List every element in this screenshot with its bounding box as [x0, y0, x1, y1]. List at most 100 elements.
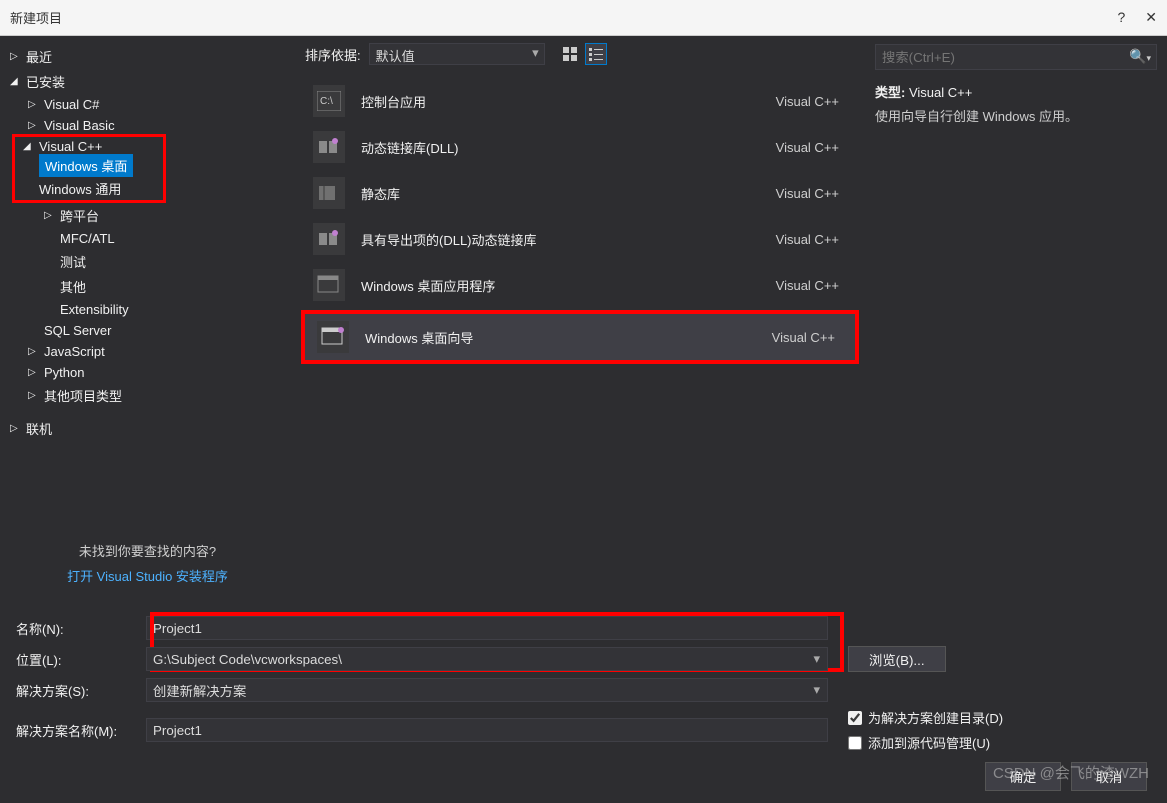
sidebar-item-windows-universal[interactable]: Windows 通用 — [23, 177, 133, 198]
titlebar: 新建项目 ? ✕ — [0, 0, 1167, 36]
row-name: 名称(N): — [16, 616, 1151, 640]
checkbox-create-dir[interactable]: 为解决方案创建目录(D) — [848, 708, 1003, 727]
template-dll[interactable]: 动态链接库(DLL) Visual C++ — [301, 124, 859, 170]
tree-recent[interactable]: ▷最近 — [0, 44, 295, 69]
wizard-icon — [317, 321, 349, 353]
solution-name-input[interactable] — [146, 718, 828, 742]
sidebar-item-label: Windows 通用 — [39, 179, 121, 198]
browse-button[interactable]: 浏览(B)... — [848, 646, 946, 672]
template-console[interactable]: C:\ 控制台应用 Visual C++ — [301, 78, 859, 124]
sidebar-item-label: Extensibility — [60, 302, 129, 317]
info-type-label: 类型: — [875, 85, 905, 100]
sidebar-item-label: MFC/ATL — [60, 231, 115, 246]
template-lang: Visual C++ — [772, 330, 835, 345]
sidebar-item-label: JavaScript — [44, 344, 105, 359]
template-windesktop-app[interactable]: Windows 桌面应用程序 Visual C++ — [301, 262, 859, 308]
sidebar: ▷最近 ◢已安装 ▷Visual C# ▷Visual Basic ◢Visua… — [0, 36, 295, 608]
solution-name-label: 解决方案名称(M): — [16, 721, 146, 740]
staticlib-icon — [313, 177, 345, 209]
sidebar-item-label: SQL Server — [44, 323, 111, 338]
view-icons — [559, 43, 607, 65]
template-lang: Visual C++ — [776, 186, 839, 201]
sidebar-item-other-types[interactable]: ▷其他项目类型 — [18, 383, 295, 408]
template-name: 静态库 — [361, 184, 776, 203]
sidebar-item-label: 跨平台 — [60, 206, 99, 225]
template-windesktop-wizard[interactable]: Windows 桌面向导 Visual C++ — [305, 314, 855, 360]
sidebar-item-python[interactable]: ▷Python — [18, 362, 295, 383]
sort-label: 排序依据: — [305, 45, 361, 64]
bottom-form: 名称(N): 位置(L): 浏览(B)... 解决方案(S): 解决方案名称(M… — [0, 608, 1167, 801]
list-view-icon[interactable] — [585, 43, 607, 65]
template-name: Windows 桌面应用程序 — [361, 276, 776, 295]
sidebar-item-label: 测试 — [60, 252, 86, 271]
row-solution: 解决方案(S): — [16, 678, 1151, 702]
solution-input[interactable] — [146, 678, 828, 702]
template-list: C:\ 控制台应用 Visual C++ 动态链接库(DLL) Visual C… — [295, 72, 865, 608]
search-icon[interactable]: 🔍▾ — [1129, 48, 1151, 65]
template-lang: Visual C++ — [776, 278, 839, 293]
grid-view-icon[interactable] — [559, 43, 581, 65]
close-button[interactable]: ✕ — [1145, 9, 1157, 26]
sidebar-item-label: Visual Basic — [44, 118, 115, 133]
template-name: 控制台应用 — [361, 92, 776, 111]
console-icon: C:\ — [313, 85, 345, 117]
info-type: 类型: Visual C++ — [875, 82, 1157, 101]
action-row: 确定 取消 — [16, 762, 1151, 791]
solution-select[interactable] — [146, 678, 828, 702]
open-installer-link[interactable]: 打开 Visual Studio 安装程序 — [0, 566, 295, 585]
sidebar-item-crossplatform[interactable]: ▷跨平台 — [34, 203, 295, 228]
template-staticlib[interactable]: 静态库 Visual C++ — [301, 170, 859, 216]
sidebar-item-label: Python — [44, 365, 84, 380]
sidebar-item-extensibility[interactable]: Extensibility — [34, 299, 295, 320]
sidebar-item-javascript[interactable]: ▷JavaScript — [18, 341, 295, 362]
template-name: 具有导出项的(DLL)动态链接库 — [361, 230, 776, 249]
info-type-value: Visual C++ — [909, 85, 972, 100]
tree-installed-label: 已安装 — [26, 72, 65, 91]
sidebar-item-vcsharp[interactable]: ▷Visual C# — [18, 94, 295, 115]
name-input[interactable] — [146, 616, 828, 640]
info-panel: 🔍▾ 类型: Visual C++ 使用向导自行创建 Windows 应用。 — [865, 36, 1167, 608]
template-lang: Visual C++ — [776, 94, 839, 109]
template-name: 动态链接库(DLL) — [361, 138, 776, 157]
sidebar-item-label: Visual C# — [44, 97, 99, 112]
main-area: ▷最近 ◢已安装 ▷Visual C# ▷Visual Basic ◢Visua… — [0, 36, 1167, 608]
location-label: 位置(L): — [16, 650, 146, 669]
solution-label: 解决方案(S): — [16, 681, 146, 700]
sidebar-item-label: Windows 桌面 — [45, 159, 127, 174]
search-input[interactable] — [875, 44, 1157, 70]
toolbar: 排序依据: 默认值 — [295, 36, 865, 72]
tree-online[interactable]: ▷联机 — [0, 416, 295, 441]
sidebar-item-label: Visual C++ — [39, 139, 102, 154]
location-input[interactable] — [146, 647, 828, 671]
checkbox-add-src[interactable]: 添加到源代码管理(U) — [848, 733, 1003, 752]
sidebar-item-mfcatl[interactable]: MFC/ATL — [34, 228, 295, 249]
ok-button[interactable]: 确定 — [985, 762, 1061, 791]
sidebar-item-label: 其他项目类型 — [44, 386, 122, 405]
location-select[interactable] — [146, 647, 828, 671]
template-lang: Visual C++ — [776, 232, 839, 247]
sidebar-item-vcpp[interactable]: ◢Visual C++ — [23, 139, 133, 154]
window-title: 新建项目 — [10, 8, 62, 27]
create-dir-label: 为解决方案创建目录(D) — [868, 708, 1003, 727]
create-dir-checkbox[interactable] — [848, 711, 862, 725]
dll-export-icon — [313, 223, 345, 255]
info-desc: 使用向导自行创建 Windows 应用。 — [875, 107, 1157, 128]
cancel-button[interactable]: 取消 — [1071, 762, 1147, 791]
help-button[interactable]: ? — [1117, 9, 1125, 26]
add-src-checkbox[interactable] — [848, 736, 862, 750]
sort-value: 默认值 — [369, 43, 545, 65]
template-dll-export[interactable]: 具有导出项的(DLL)动态链接库 Visual C++ — [301, 216, 859, 262]
windesktop-icon — [313, 269, 345, 301]
svg-text:C:\: C:\ — [320, 96, 333, 107]
sidebar-item-test[interactable]: 测试 — [34, 249, 295, 274]
add-src-label: 添加到源代码管理(U) — [868, 733, 990, 752]
sidebar-item-other[interactable]: 其他 — [34, 274, 295, 299]
tree-recent-label: 最近 — [26, 47, 52, 66]
sidebar-item-vbasic[interactable]: ▷Visual Basic — [18, 115, 295, 136]
window-controls: ? ✕ — [1117, 9, 1157, 26]
sidebar-item-windows-desktop[interactable]: Windows 桌面 — [39, 154, 133, 177]
sort-select[interactable]: 默认值 — [369, 43, 545, 65]
tree-online-label: 联机 — [26, 419, 52, 438]
sidebar-item-sqlserver[interactable]: SQL Server — [18, 320, 295, 341]
tree-installed[interactable]: ◢已安装 — [0, 69, 295, 94]
